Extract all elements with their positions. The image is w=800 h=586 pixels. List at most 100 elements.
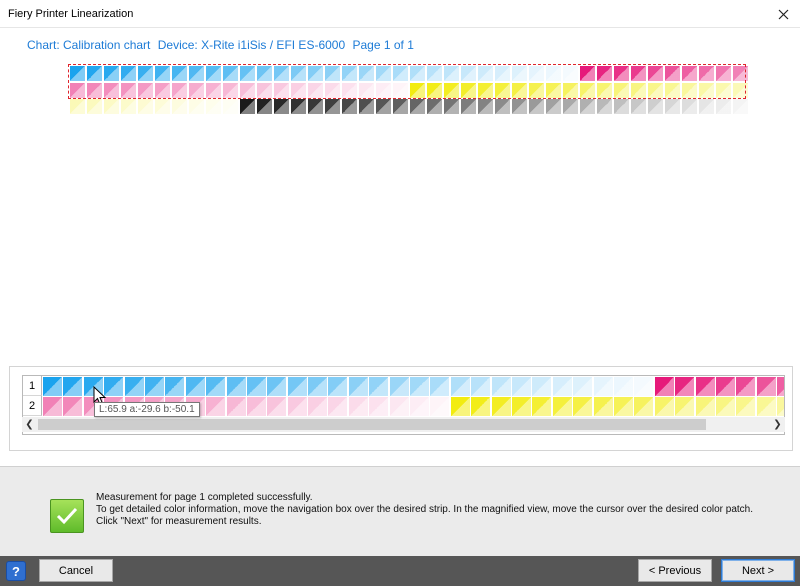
magnified-color-patch[interactable] — [226, 397, 246, 416]
magnified-color-patch[interactable] — [430, 397, 450, 416]
magnified-color-patch[interactable] — [124, 377, 144, 396]
magnified-color-patch[interactable] — [389, 397, 409, 416]
close-button[interactable] — [766, 0, 800, 28]
color-patch[interactable] — [698, 98, 715, 115]
magnified-color-patch[interactable] — [675, 377, 695, 396]
color-patch[interactable] — [443, 98, 460, 115]
magnified-color-patch[interactable] — [410, 397, 430, 416]
color-patch[interactable] — [409, 98, 426, 115]
magnified-color-patch[interactable] — [348, 377, 368, 396]
color-patch[interactable] — [341, 98, 358, 115]
color-patch[interactable] — [69, 98, 86, 115]
magnified-color-patch[interactable] — [634, 377, 654, 396]
color-patch[interactable] — [137, 98, 154, 115]
magnified-color-patch[interactable] — [471, 397, 491, 416]
color-patch[interactable] — [562, 98, 579, 115]
magnified-color-patch[interactable] — [552, 377, 572, 396]
magnified-color-patch[interactable] — [675, 397, 695, 416]
magnified-color-patch[interactable] — [104, 377, 124, 396]
color-patch[interactable] — [613, 98, 630, 115]
color-patch[interactable] — [307, 98, 324, 115]
magnified-color-patch[interactable] — [328, 397, 348, 416]
magnified-color-patch[interactable] — [756, 377, 776, 396]
magnified-color-patch[interactable] — [267, 377, 287, 396]
scroll-thumb[interactable] — [38, 419, 706, 430]
magnified-color-patch[interactable] — [369, 397, 389, 416]
magnified-color-patch[interactable] — [593, 397, 613, 416]
horizontal-scrollbar[interactable]: ❮ ❯ — [22, 417, 785, 432]
color-patch[interactable] — [86, 98, 103, 115]
magnified-color-patch[interactable] — [43, 397, 62, 416]
color-patch[interactable] — [358, 98, 375, 115]
magnified-color-patch[interactable] — [410, 377, 430, 396]
magnified-color-patch[interactable] — [736, 377, 756, 396]
magnified-color-patch[interactable] — [593, 377, 613, 396]
scroll-left-button[interactable]: ❮ — [22, 417, 37, 432]
magnified-color-patch[interactable] — [695, 377, 715, 396]
magnified-color-patch[interactable] — [532, 397, 552, 416]
overview-strip-3[interactable] — [69, 98, 749, 115]
magnified-color-patch[interactable] — [63, 377, 83, 396]
color-patch[interactable] — [103, 98, 120, 115]
magnified-color-patch[interactable] — [226, 377, 246, 396]
color-patch[interactable] — [392, 98, 409, 115]
magnified-color-patch[interactable] — [654, 397, 674, 416]
magnified-color-patch[interactable] — [287, 377, 307, 396]
color-patch[interactable] — [528, 98, 545, 115]
magnified-color-patch[interactable] — [634, 397, 654, 416]
magnified-color-patch[interactable] — [552, 397, 572, 416]
magnified-color-patch[interactable] — [430, 377, 450, 396]
color-patch[interactable] — [154, 98, 171, 115]
color-patch[interactable] — [290, 98, 307, 115]
color-patch[interactable] — [324, 98, 341, 115]
color-patch[interactable] — [630, 98, 647, 115]
color-patch[interactable] — [494, 98, 511, 115]
color-patch[interactable] — [477, 98, 494, 115]
color-patch[interactable] — [239, 98, 256, 115]
magnified-color-patch[interactable] — [369, 377, 389, 396]
magnified-color-patch[interactable] — [450, 377, 470, 396]
color-patch[interactable] — [256, 98, 273, 115]
magnified-color-patch[interactable] — [573, 397, 593, 416]
color-patch[interactable] — [273, 98, 290, 115]
magnified-color-patch[interactable] — [267, 397, 287, 416]
color-patch[interactable] — [596, 98, 613, 115]
color-patch[interactable] — [511, 98, 528, 115]
help-button[interactable]: ? — [6, 561, 26, 581]
color-patch[interactable] — [426, 98, 443, 115]
color-patch[interactable] — [460, 98, 477, 115]
magnified-color-patch[interactable] — [206, 397, 226, 416]
scroll-right-button[interactable]: ❯ — [770, 417, 785, 432]
magnified-color-patch[interactable] — [165, 377, 185, 396]
magnified-color-patch[interactable] — [246, 377, 266, 396]
magnified-color-patch[interactable] — [308, 377, 328, 396]
color-patch[interactable] — [205, 98, 222, 115]
color-patch[interactable] — [222, 98, 239, 115]
magnified-color-patch[interactable] — [511, 377, 531, 396]
magnified-color-patch[interactable] — [736, 397, 756, 416]
magnified-color-patch[interactable] — [144, 377, 164, 396]
magnified-color-patch[interactable] — [511, 397, 531, 416]
magnified-color-patch[interactable] — [715, 377, 735, 396]
color-patch[interactable] — [681, 98, 698, 115]
color-patch[interactable] — [171, 98, 188, 115]
magnified-color-patch[interactable] — [348, 397, 368, 416]
color-patch[interactable] — [188, 98, 205, 115]
magnified-color-patch[interactable] — [573, 377, 593, 396]
next-button[interactable]: Next > — [721, 559, 795, 582]
magnified-color-patch[interactable] — [308, 397, 328, 416]
magnified-color-patch[interactable] — [450, 397, 470, 416]
magnified-color-patch[interactable] — [613, 397, 633, 416]
magnified-color-patch[interactable] — [328, 377, 348, 396]
magnified-color-patch[interactable] — [246, 397, 266, 416]
magnified-strip-1[interactable] — [43, 377, 784, 396]
magnified-color-patch[interactable] — [777, 397, 784, 416]
magnified-color-patch[interactable] — [777, 377, 784, 396]
magnified-color-patch[interactable] — [43, 377, 62, 396]
magnified-color-patch[interactable] — [185, 377, 205, 396]
magnified-color-patch[interactable] — [654, 377, 674, 396]
color-patch[interactable] — [375, 98, 392, 115]
magnified-color-patch[interactable] — [206, 377, 226, 396]
magnified-color-patch[interactable] — [695, 397, 715, 416]
magnified-color-patch[interactable] — [491, 377, 511, 396]
